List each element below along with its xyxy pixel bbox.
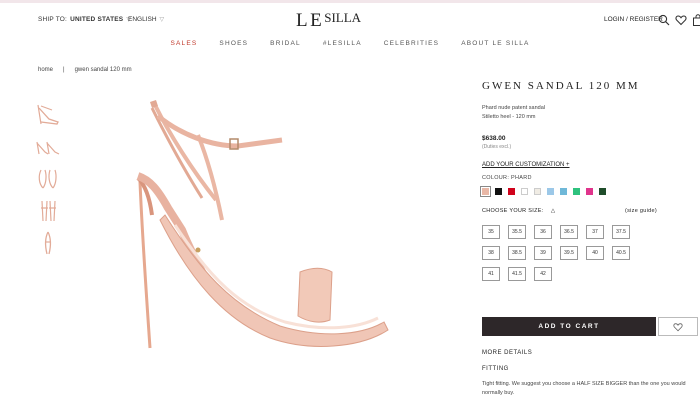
site-header: SHIP TO: UNITED STATES ▽ ENGLISH ▽ LESIL… [0, 4, 700, 38]
size-option[interactable]: 37.5 [612, 225, 630, 239]
size-guide-link[interactable]: (size guide) [625, 208, 657, 214]
nav-item-bridal[interactable]: BRIDAL [270, 40, 301, 47]
top-accent-line [0, 0, 700, 3]
ship-to-label: SHIP TO: [38, 16, 68, 23]
nav-item-shoes[interactable]: SHOES [219, 40, 248, 47]
product-desc-line-1: Phard nude patent sandal [482, 105, 545, 111]
colour-swatch[interactable] [508, 188, 515, 195]
colour-swatch[interactable] [547, 188, 554, 195]
size-option[interactable]: 40.5 [612, 246, 630, 260]
product-title: GWEN SANDAL 120 MM [482, 80, 640, 92]
search-icon[interactable] [658, 14, 670, 26]
size-header: CHOOSE YOUR SIZE: △ (size guide) [482, 208, 657, 214]
colour-swatch[interactable] [534, 188, 541, 195]
logo-rest: SILLA [324, 10, 362, 25]
nav-item-sales[interactable]: SALES [170, 40, 197, 47]
product-desc-line-2: Stiletto heel - 120 mm [482, 114, 536, 120]
thumbnail-front-view[interactable] [35, 166, 61, 192]
size-option[interactable]: 41.5 [508, 267, 526, 281]
size-option[interactable]: 39 [534, 246, 552, 260]
login-register-link[interactable]: LOGIN / REGISTER [604, 16, 663, 23]
colour-swatch[interactable] [495, 188, 502, 195]
thumbnail-side-view[interactable] [35, 102, 61, 128]
colour-swatch[interactable] [586, 188, 593, 195]
fitting-text: Tight fitting. We suggest you choose a H… [482, 381, 686, 396]
size-option[interactable]: 39.5 [560, 246, 578, 260]
language-value: ENGLISH [128, 16, 157, 23]
ship-to-value: UNITED STATES [70, 16, 124, 23]
nav-item-lesilla[interactable]: #LESILLA [323, 40, 362, 47]
size-option[interactable]: 40 [586, 246, 604, 260]
thumbnail-back-view[interactable] [35, 198, 61, 224]
size-grid: 35 35.5 36 36.5 37 37.5 38 38.5 39 39.5 40 40.5 41 41… [482, 225, 652, 281]
size-option[interactable]: 41 [482, 267, 500, 281]
heart-icon[interactable] [675, 14, 687, 26]
thumbnail-pair-view[interactable] [35, 134, 61, 160]
breadcrumb: home | gwen sandal 120 mm [38, 67, 132, 73]
main-navigation: SALES SHOES BRIDAL #LESILLA CELEBRITIES … [0, 40, 700, 47]
nav-item-about[interactable]: ABOUT LE SILLA [461, 40, 529, 47]
breadcrumb-current: gwen sandal 120 mm [74, 67, 132, 73]
language-selector[interactable]: ENGLISH ▽ [128, 16, 164, 23]
duties-note: (Duties excl.) [482, 144, 512, 150]
colour-swatch[interactable] [521, 188, 528, 195]
product-thumbnails [35, 102, 61, 262]
fitting-heading[interactable]: FITTING [482, 366, 509, 372]
add-customization-link[interactable]: ADD YOUR CUSTOMIZATION + [482, 162, 700, 168]
breadcrumb-separator: | [63, 67, 65, 73]
colour-swatch[interactable] [573, 188, 580, 195]
wishlist-button[interactable] [658, 317, 698, 336]
colour-swatch[interactable] [599, 188, 606, 195]
more-details-link[interactable]: MORE DETAILS [482, 350, 532, 356]
nav-item-celebrities[interactable]: CELEBRITIES [384, 40, 439, 47]
ship-to-selector[interactable]: SHIP TO: UNITED STATES ▽ [38, 16, 131, 23]
triangle-icon: △ [550, 208, 556, 214]
bag-icon[interactable] [692, 14, 700, 26]
size-option[interactable]: 38 [482, 246, 500, 260]
breadcrumb-home[interactable]: home [38, 67, 53, 73]
size-option[interactable]: 36.5 [560, 225, 578, 239]
product-description: Phard nude patent sandal Stiletto heel -… [482, 104, 700, 122]
product-info-panel: GWEN SANDAL 120 MM Phard nude patent san… [480, 80, 700, 281]
heart-icon [673, 322, 683, 331]
choose-size-label: CHOOSE YOUR SIZE: △ [482, 208, 556, 214]
size-option[interactable]: 38.5 [508, 246, 526, 260]
colour-label: COLOUR: PHARD [482, 175, 532, 181]
size-option[interactable]: 37 [586, 225, 604, 239]
product-main-image[interactable] [120, 90, 390, 355]
colour-swatch[interactable] [480, 186, 491, 197]
product-price: $638.00 [482, 135, 506, 142]
logo-main: LE [296, 10, 325, 31]
size-option[interactable]: 35.5 [508, 225, 526, 239]
thumbnail-top-view[interactable] [35, 230, 61, 256]
add-to-cart-button[interactable]: ADD TO CART [482, 317, 656, 336]
size-option[interactable]: 35 [482, 225, 500, 239]
size-option[interactable]: 36 [534, 225, 552, 239]
colour-swatch[interactable] [560, 188, 567, 195]
chevron-down-icon: ▽ [159, 17, 165, 23]
brand-logo[interactable]: LESILLA [296, 10, 426, 32]
colour-swatches [480, 186, 700, 197]
size-option[interactable]: 42 [534, 267, 552, 281]
